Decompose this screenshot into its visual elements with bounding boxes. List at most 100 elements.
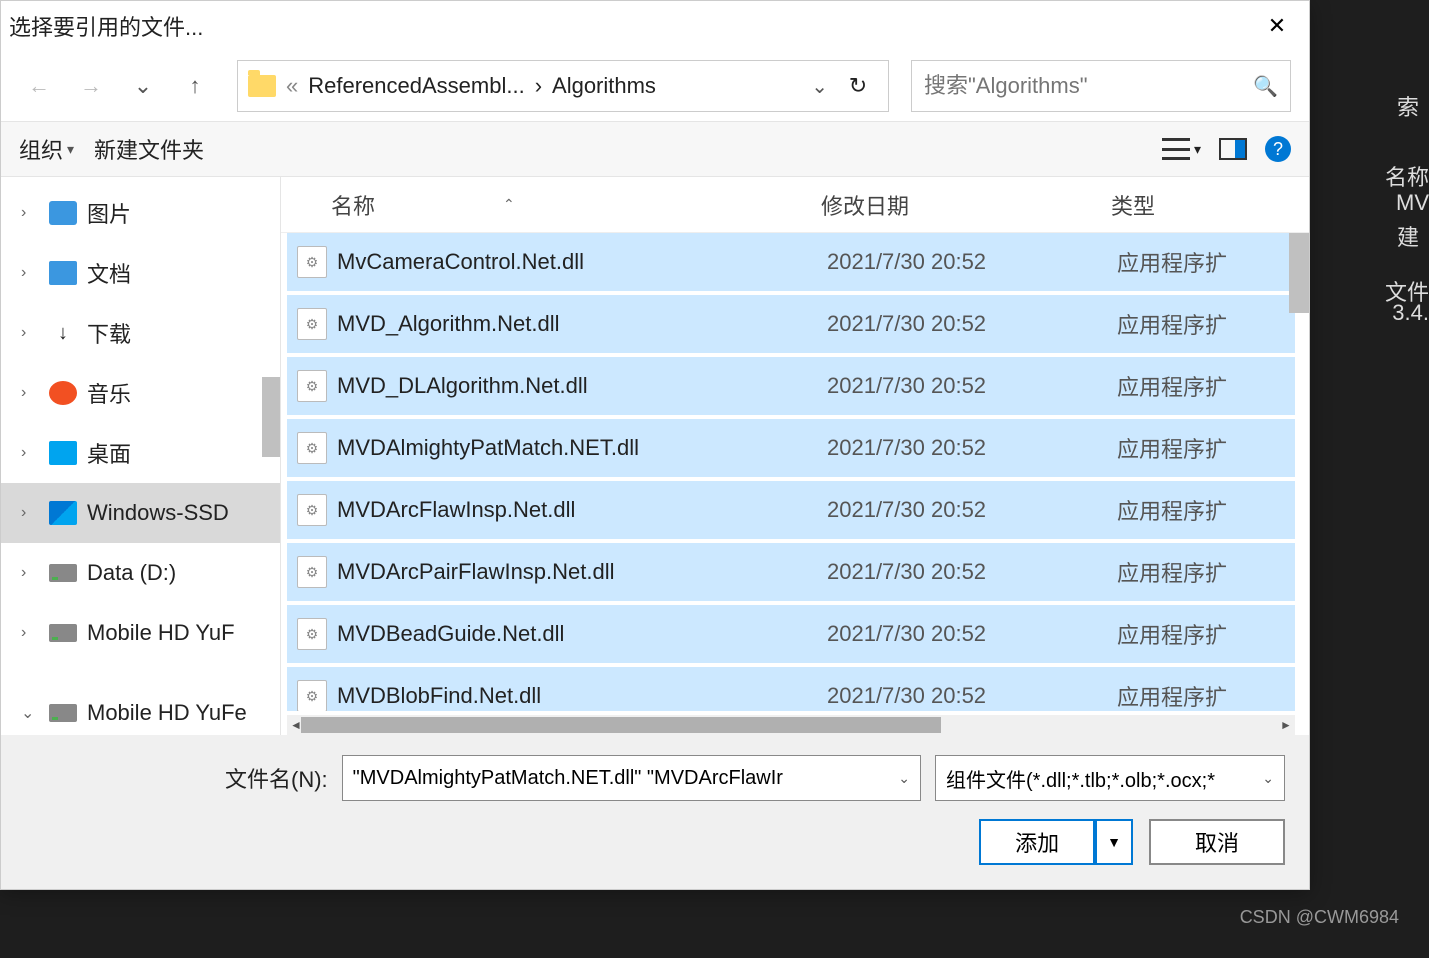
ico-drive-icon <box>49 624 77 642</box>
toolbar: 组织▾ 新建文件夹 ▾ ? <box>1 121 1309 177</box>
sidebar-item-label: 下载 <box>87 317 131 349</box>
file-row[interactable]: MVDBeadGuide.Net.dll 2021/7/30 20:52 应用程… <box>287 605 1295 663</box>
dll-file-icon <box>297 556 327 588</box>
vertical-scrollbar[interactable] <box>1289 233 1309 313</box>
bg-text: 建 <box>1397 220 1419 252</box>
search-icon[interactable]: 🔍 <box>1253 74 1278 99</box>
dialog-title: 选择要引用的文件... <box>9 10 1253 42</box>
sort-indicator-icon: ⌃ <box>503 196 515 213</box>
chevron-down-icon[interactable]: ⌄ <box>1262 770 1274 787</box>
search-box[interactable]: 🔍 <box>911 60 1291 112</box>
file-name: MVD_DLAlgorithm.Net.dll <box>337 373 827 399</box>
file-type: 应用程序扩 <box>1117 308 1295 340</box>
preview-pane-button[interactable] <box>1219 138 1247 160</box>
file-date: 2021/7/30 20:52 <box>827 621 1117 647</box>
newfolder-button[interactable]: 新建文件夹 <box>94 133 204 165</box>
file-row[interactable]: MVDArcPairFlawInsp.Net.dll 2021/7/30 20:… <box>287 543 1295 601</box>
file-row[interactable]: MVD_DLAlgorithm.Net.dll 2021/7/30 20:52 … <box>287 357 1295 415</box>
sidebar-item-label: Windows-SSD <box>87 500 229 526</box>
file-row[interactable]: MVD_Algorithm.Net.dll 2021/7/30 20:52 应用… <box>287 295 1295 353</box>
filename-label: 文件名(N): <box>225 762 328 794</box>
chevron-icon: › <box>21 564 39 582</box>
filter-dropdown[interactable]: 组件文件(*.dll;*.tlb;*.olb;*.ocx;* ⌄ <box>935 755 1285 801</box>
col-name[interactable]: 名称⌃ <box>281 189 821 221</box>
sidebar-scrollbar[interactable] <box>262 377 280 457</box>
chevron-right-icon: › <box>535 73 542 99</box>
file-type: 应用程序扩 <box>1117 246 1295 278</box>
file-row[interactable]: MVDAlmightyPatMatch.NET.dll 2021/7/30 20… <box>287 419 1295 477</box>
bg-text: 索 <box>1397 90 1419 122</box>
file-name: MVDBeadGuide.Net.dll <box>337 621 827 647</box>
ico-dl-icon: ↓ <box>49 321 77 345</box>
sidebar-item-label: Mobile HD YuF <box>87 620 235 646</box>
chevron-down-icon[interactable]: ⌄ <box>898 770 910 787</box>
sidebar-item[interactable]: › 音乐 <box>1 363 280 423</box>
ico-drive-icon <box>49 564 77 582</box>
sidebar-item-label: 音乐 <box>87 377 131 409</box>
up-button[interactable]: ↑ <box>175 66 215 106</box>
scroll-thumb[interactable] <box>301 717 941 733</box>
scroll-right-icon[interactable]: ► <box>1277 715 1295 735</box>
cancel-button[interactable]: 取消 <box>1149 819 1285 865</box>
nav-bar: ← → ⌄ ↑ « ReferencedAssembl... › Algorit… <box>1 51 1309 121</box>
sidebar-item[interactable]: ⌄ Mobile HD YuFe <box>1 683 280 735</box>
file-row[interactable]: MVDArcFlawInsp.Net.dll 2021/7/30 20:52 应… <box>287 481 1295 539</box>
file-area: 名称⌃ 修改日期 类型 MvCameraControl.Net.dll 2021… <box>281 177 1309 735</box>
add-dropdown[interactable]: ▼ <box>1095 819 1133 865</box>
bg-text: 3.4. <box>1392 300 1429 326</box>
breadcrumb-part[interactable]: Algorithms <box>552 73 656 99</box>
file-type: 应用程序扩 <box>1117 556 1295 588</box>
breadcrumb[interactable]: « ReferencedAssembl... › Algorithms ⌄ ↻ <box>237 60 889 112</box>
horizontal-scrollbar[interactable]: ◄ ► <box>287 715 1295 735</box>
dll-file-icon <box>297 246 327 278</box>
back-button[interactable]: ← <box>19 66 59 106</box>
dll-file-icon <box>297 494 327 526</box>
watermark: CSDN @CWM6984 <box>1240 907 1399 928</box>
ico-pic-icon <box>49 201 77 225</box>
help-button[interactable]: ? <box>1265 136 1291 162</box>
ico-win-icon <box>49 501 77 525</box>
file-name: MVD_Algorithm.Net.dll <box>337 311 827 337</box>
refresh-button[interactable]: ↻ <box>838 73 878 99</box>
sidebar-item[interactable]: › Windows-SSD <box>1 483 280 543</box>
sidebar-item-label: 图片 <box>87 197 131 229</box>
view-button[interactable]: ▾ <box>1162 138 1201 160</box>
organize-button[interactable]: 组织▾ <box>19 133 74 165</box>
file-row[interactable]: MvCameraControl.Net.dll 2021/7/30 20:52 … <box>287 233 1295 291</box>
file-name: MVDAlmightyPatMatch.NET.dll <box>337 435 827 461</box>
titlebar: 选择要引用的文件... ✕ <box>1 1 1309 51</box>
col-date[interactable]: 修改日期 <box>821 189 1111 221</box>
breadcrumb-sep: « <box>286 73 298 99</box>
column-header: 名称⌃ 修改日期 类型 <box>281 177 1309 233</box>
dialog-footer: 文件名(N): "MVDAlmightyPatMatch.NET.dll" "M… <box>1 735 1309 889</box>
file-type: 应用程序扩 <box>1117 370 1295 402</box>
chevron-icon: › <box>21 324 39 342</box>
sidebar-item[interactable]: › Mobile HD YuF <box>1 603 280 663</box>
file-type: 应用程序扩 <box>1117 680 1295 711</box>
sidebar-item[interactable]: › 桌面 <box>1 423 280 483</box>
forward-button[interactable]: → <box>71 66 111 106</box>
filter-value: 组件文件(*.dll;*.tlb;*.olb;*.ocx;* <box>946 764 1215 793</box>
chevron-icon: › <box>21 624 39 642</box>
filename-input[interactable]: "MVDAlmightyPatMatch.NET.dll" "MVDArcFla… <box>342 755 921 801</box>
dll-file-icon <box>297 680 327 711</box>
folder-icon <box>248 75 276 97</box>
chevron-down-icon[interactable]: ⌄ <box>811 74 828 99</box>
chevron-icon: ⌄ <box>21 703 39 723</box>
sidebar-item-label: Mobile HD YuFe <box>87 700 247 726</box>
col-type[interactable]: 类型 <box>1111 189 1309 221</box>
sidebar-item[interactable]: › Data (D:) <box>1 543 280 603</box>
ico-desk-icon <box>49 441 77 465</box>
recent-dropdown[interactable]: ⌄ <box>123 66 163 106</box>
file-row[interactable]: MVDBlobFind.Net.dll 2021/7/30 20:52 应用程序… <box>287 667 1295 711</box>
sidebar-item[interactable]: › 文档 <box>1 243 280 303</box>
search-input[interactable] <box>924 73 1253 99</box>
chevron-icon: › <box>21 444 39 462</box>
close-button[interactable]: ✕ <box>1253 6 1301 46</box>
chevron-icon: › <box>21 264 39 282</box>
add-button[interactable]: 添加 <box>979 819 1095 865</box>
sidebar-item[interactable]: › 图片 <box>1 183 280 243</box>
breadcrumb-part[interactable]: ReferencedAssembl... <box>308 73 524 99</box>
sidebar-item-label: Data (D:) <box>87 560 176 586</box>
sidebar-item[interactable]: › ↓ 下载 <box>1 303 280 363</box>
